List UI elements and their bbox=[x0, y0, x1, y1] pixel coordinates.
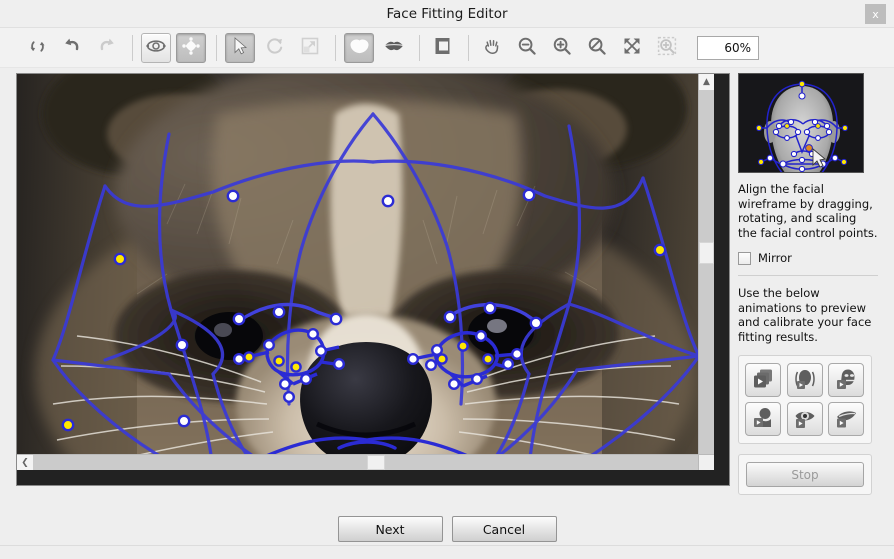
mirror-checkbox[interactable] bbox=[738, 252, 751, 265]
mirror-label: Mirror bbox=[758, 251, 792, 265]
eye-play-icon bbox=[793, 406, 817, 433]
toolbar-separator-1 bbox=[132, 35, 133, 61]
magnifier-plus-icon bbox=[552, 36, 572, 59]
scroll-up-arrow[interactable]: ▲ bbox=[699, 74, 714, 90]
zoom-out-button[interactable] bbox=[512, 33, 542, 63]
magnifier-minus-icon bbox=[517, 36, 537, 59]
horizontal-scroll-track[interactable] bbox=[33, 455, 698, 470]
stacked-play-icon bbox=[751, 367, 775, 394]
undo-arrow-icon bbox=[62, 36, 82, 59]
toggle-overlay-button[interactable] bbox=[428, 33, 458, 63]
scale-tool-button[interactable] bbox=[295, 33, 325, 63]
fit-to-window-button[interactable] bbox=[617, 33, 647, 63]
select-tool-button[interactable] bbox=[225, 33, 255, 63]
lips-filled-icon bbox=[349, 38, 370, 57]
face-outline-icon bbox=[146, 37, 166, 58]
vertical-scroll-track[interactable] bbox=[699, 90, 714, 454]
zoom-to-selection-button[interactable] bbox=[652, 33, 682, 63]
stop-button[interactable]: Stop bbox=[746, 462, 864, 487]
head-rotate-play-icon bbox=[793, 367, 817, 394]
diamond-node-icon bbox=[181, 36, 201, 59]
face-wireframe-overlay[interactable] bbox=[17, 74, 714, 470]
right-side-panel: Align the facial wireframe by dragging, … bbox=[738, 73, 888, 495]
expand-arrows-icon bbox=[622, 36, 642, 59]
eyes-region-button[interactable] bbox=[344, 33, 374, 63]
image-canvas-area[interactable]: ▲ ▼ ❮ ❯ bbox=[16, 73, 730, 486]
vertical-scroll-thumb[interactable] bbox=[699, 242, 714, 264]
rotate-tool-button[interactable] bbox=[260, 33, 290, 63]
cancel-button[interactable]: Cancel bbox=[452, 516, 557, 542]
redo-button[interactable] bbox=[92, 33, 122, 63]
stop-button-group: Stop bbox=[738, 454, 872, 495]
marquee-zoom-icon bbox=[657, 36, 677, 59]
face-fitting-editor-window: Face Fitting Editor x bbox=[0, 0, 894, 559]
toolbar-separator-5 bbox=[468, 35, 469, 61]
magnifier-slash-icon bbox=[587, 36, 607, 59]
mouth-animation-button[interactable] bbox=[828, 402, 864, 436]
brow-play-icon bbox=[751, 406, 775, 433]
mouth-play-icon bbox=[834, 406, 858, 433]
toolbar-separator-2 bbox=[216, 35, 217, 61]
animation-buttons-group bbox=[738, 355, 872, 444]
hand-icon bbox=[482, 36, 502, 59]
canvas-horizontal-scrollbar[interactable]: ❮ ❯ bbox=[17, 454, 714, 470]
cursor-arrow-icon bbox=[231, 36, 249, 59]
eye-animation-button[interactable] bbox=[787, 402, 823, 436]
brow-animation-button[interactable] bbox=[745, 402, 781, 436]
next-button[interactable]: Next bbox=[338, 516, 443, 542]
fit-features-button[interactable] bbox=[176, 33, 206, 63]
mirror-checkbox-row[interactable]: Mirror bbox=[738, 251, 888, 265]
scale-diagonal-icon bbox=[300, 36, 320, 59]
zoom-in-button[interactable] bbox=[547, 33, 577, 63]
undo-button[interactable] bbox=[57, 33, 87, 63]
dialog-footer: Next Cancel bbox=[0, 495, 894, 559]
face-wireframe-preview[interactable] bbox=[738, 73, 864, 173]
redo-arrow-icon bbox=[97, 36, 117, 59]
editor-body: ▲ ▼ ❮ ❯ bbox=[0, 68, 894, 495]
fitting-hint-text: Align the facial wireframe by dragging, … bbox=[738, 182, 878, 240]
fit-whole-face-button[interactable] bbox=[141, 33, 171, 63]
lips-outline-icon bbox=[383, 39, 405, 56]
reset-fit-button[interactable] bbox=[22, 33, 52, 63]
animations-hint-text: Use the below animations to preview and … bbox=[738, 286, 878, 344]
head-turn-animation-button[interactable] bbox=[787, 363, 823, 397]
image-viewport[interactable]: ▲ ▼ ❮ ❯ bbox=[17, 74, 714, 470]
panel-divider bbox=[738, 275, 878, 276]
mouth-region-button[interactable] bbox=[379, 33, 409, 63]
rotate-arrow-icon bbox=[265, 36, 285, 59]
toolbar-separator-4 bbox=[419, 35, 420, 61]
pan-tool-button[interactable] bbox=[477, 33, 507, 63]
window-title: Face Fitting Editor bbox=[0, 0, 894, 28]
layers-square-icon bbox=[433, 36, 453, 59]
toolbar: 60% bbox=[0, 28, 894, 68]
close-button[interactable]: x bbox=[865, 4, 886, 24]
expression-animation-button[interactable] bbox=[828, 363, 864, 397]
scroll-left-arrow[interactable]: ❮ bbox=[17, 455, 33, 470]
title-bar: Face Fitting Editor x bbox=[0, 0, 894, 28]
zoom-level-input[interactable]: 60% bbox=[697, 36, 759, 60]
horizontal-scroll-thumb[interactable] bbox=[367, 455, 385, 470]
canvas-vertical-scrollbar[interactable]: ▲ ▼ bbox=[698, 74, 714, 470]
scrollbar-corner bbox=[698, 454, 714, 470]
zoom-reset-button[interactable] bbox=[582, 33, 612, 63]
refresh-cycle-icon bbox=[28, 37, 47, 59]
preview-head-graphic bbox=[739, 74, 864, 173]
face-expression-play-icon bbox=[834, 367, 858, 394]
toolbar-separator-3 bbox=[335, 35, 336, 61]
play-all-animations-button[interactable] bbox=[745, 363, 781, 397]
